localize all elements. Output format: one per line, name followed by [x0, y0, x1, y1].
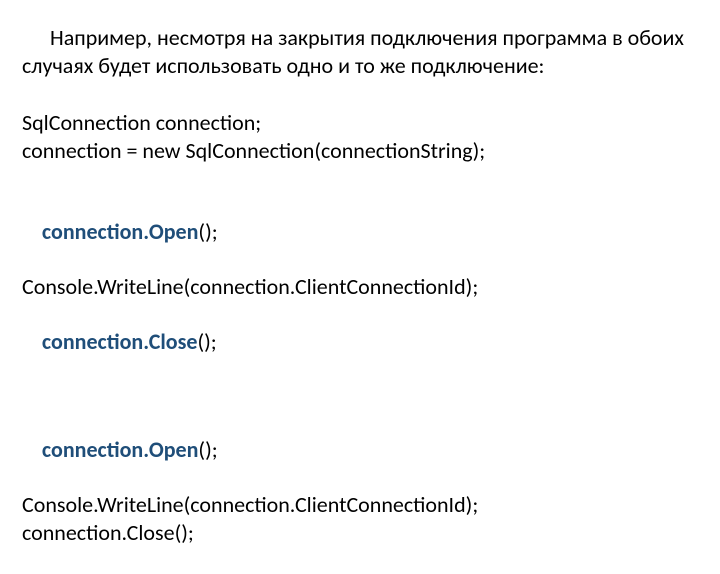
code-declaration-1: SqlConnection connection;	[22, 109, 692, 137]
code-writeline-2: Console.WriteLine(connection.ClientConne…	[22, 491, 692, 519]
code-declaration-2: connection = new SqlConnection(connectio…	[22, 137, 692, 165]
code-close-1-rest: ();	[197, 328, 216, 355]
code-keyword-close-1: connection.Close	[42, 328, 198, 355]
blank-line	[22, 164, 692, 190]
code-keyword-open-1: connection.Open	[42, 218, 199, 245]
blank-line	[22, 383, 692, 409]
code-open-1: connection.Open();	[22, 190, 692, 273]
blank-line	[22, 83, 692, 109]
intro-paragraph: Например, несмотря на закрытия подключен…	[22, 24, 692, 79]
slide-body: Например, несмотря на закрытия подключен…	[0, 0, 720, 574]
code-open-2: connection.Open();	[22, 409, 692, 492]
code-close-1: connection.Close();	[22, 300, 692, 383]
code-writeline-1: Console.WriteLine(connection.ClientConne…	[22, 273, 692, 301]
code-open-2-rest: ();	[198, 436, 217, 463]
code-close-2: connection.Close();	[22, 519, 692, 547]
code-open-1-rest: ();	[198, 218, 217, 245]
code-keyword-open-2: connection.Open	[42, 436, 199, 463]
